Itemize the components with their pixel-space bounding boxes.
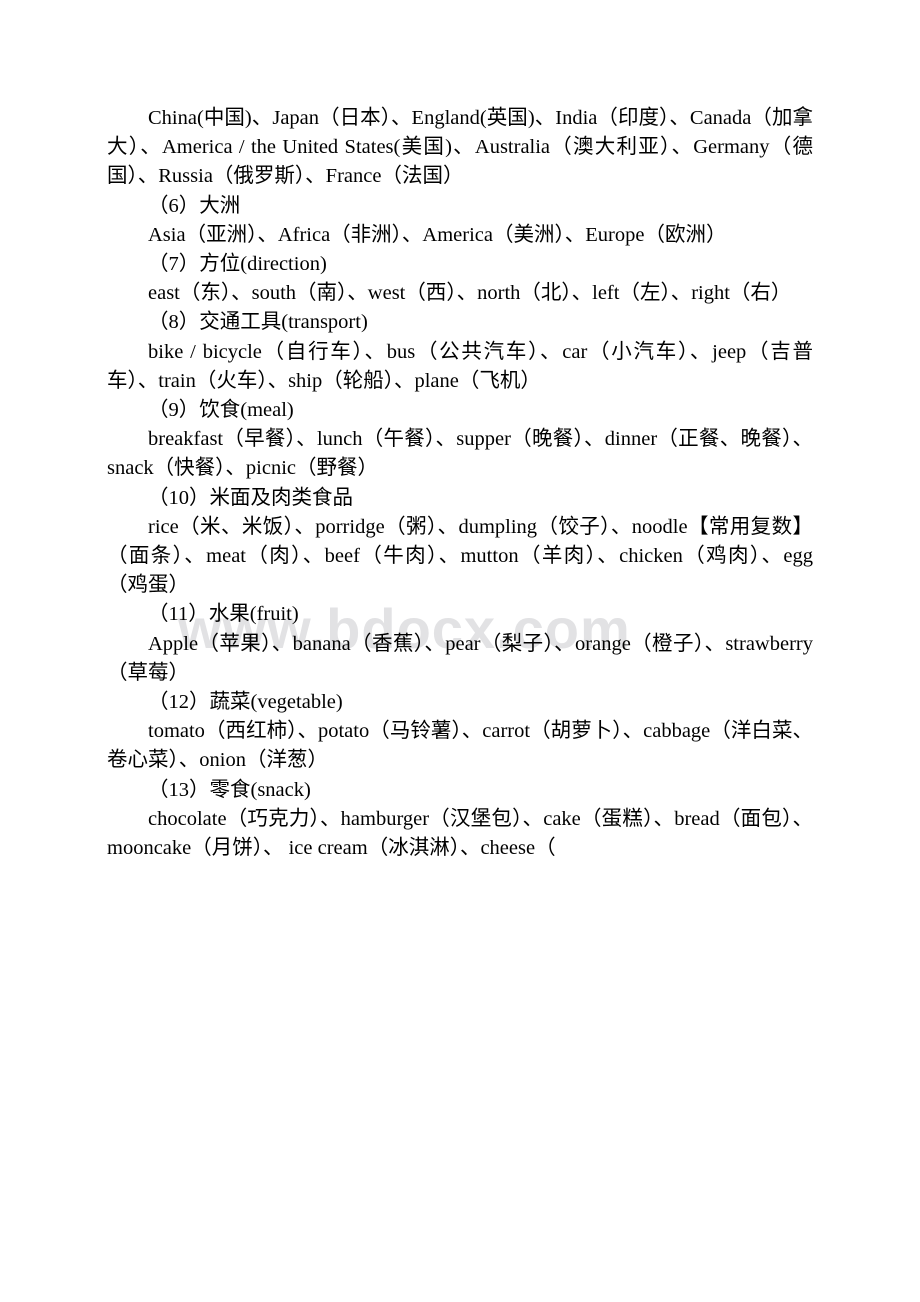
document-page: www.bdocx.com China(中国)、Japan（日本）、Englan… bbox=[0, 0, 920, 1302]
paragraph-continents-list: Asia（亚洲）、Africa（非洲）、America（美洲）、Europe（欧… bbox=[148, 223, 727, 246]
paragraph-directions-list: east（东）、south（南）、west（西）、north（北）、left（左… bbox=[148, 282, 792, 305]
paragraph-staples-meat-list: rice（米、米饭）、porridge（粥）、dumpling（饺子）、nood… bbox=[107, 515, 813, 597]
heading-6-continents: （6）大洲 bbox=[148, 194, 241, 217]
paragraph-meals-list: breakfast（早餐）、lunch（午餐）、supper（晚餐）、dinne… bbox=[107, 428, 813, 480]
heading-10-staples-meat: （10）米面及肉类食品 bbox=[148, 486, 353, 509]
heading-12-vegetable: （12）蔬菜(vegetable) bbox=[148, 691, 343, 714]
paragraph-snacks-list: chocolate（巧克力）、hamburger（汉堡包）、cake（蛋糕）、b… bbox=[107, 807, 813, 860]
heading-7-direction: （7）方位(direction) bbox=[148, 253, 327, 276]
paragraph-vegetables-list: tomato（西红柿）、potato（马铃薯）、carrot（胡萝卜）、cabb… bbox=[107, 720, 813, 772]
heading-9-meal: （9）饮食(meal) bbox=[148, 399, 294, 422]
paragraph-transport-list: bike / bicycle（自行车）、bus（公共汽车）、car（小汽车）、j… bbox=[107, 340, 813, 392]
heading-13-snack: （13）零食(snack) bbox=[148, 778, 311, 801]
heading-11-fruit: （11）水果(fruit) bbox=[148, 603, 299, 626]
document-body: China(中国)、Japan（日本）、England(英国)、India（印度… bbox=[107, 104, 813, 863]
heading-8-transport: （8）交通工具(transport) bbox=[148, 311, 368, 334]
paragraph-countries-list: China(中国)、Japan（日本）、England(英国)、India（印度… bbox=[107, 107, 813, 188]
paragraph-fruits-list: Apple（苹果）、banana（香蕉）、pear（梨子）、orange（橙子）… bbox=[107, 632, 813, 684]
